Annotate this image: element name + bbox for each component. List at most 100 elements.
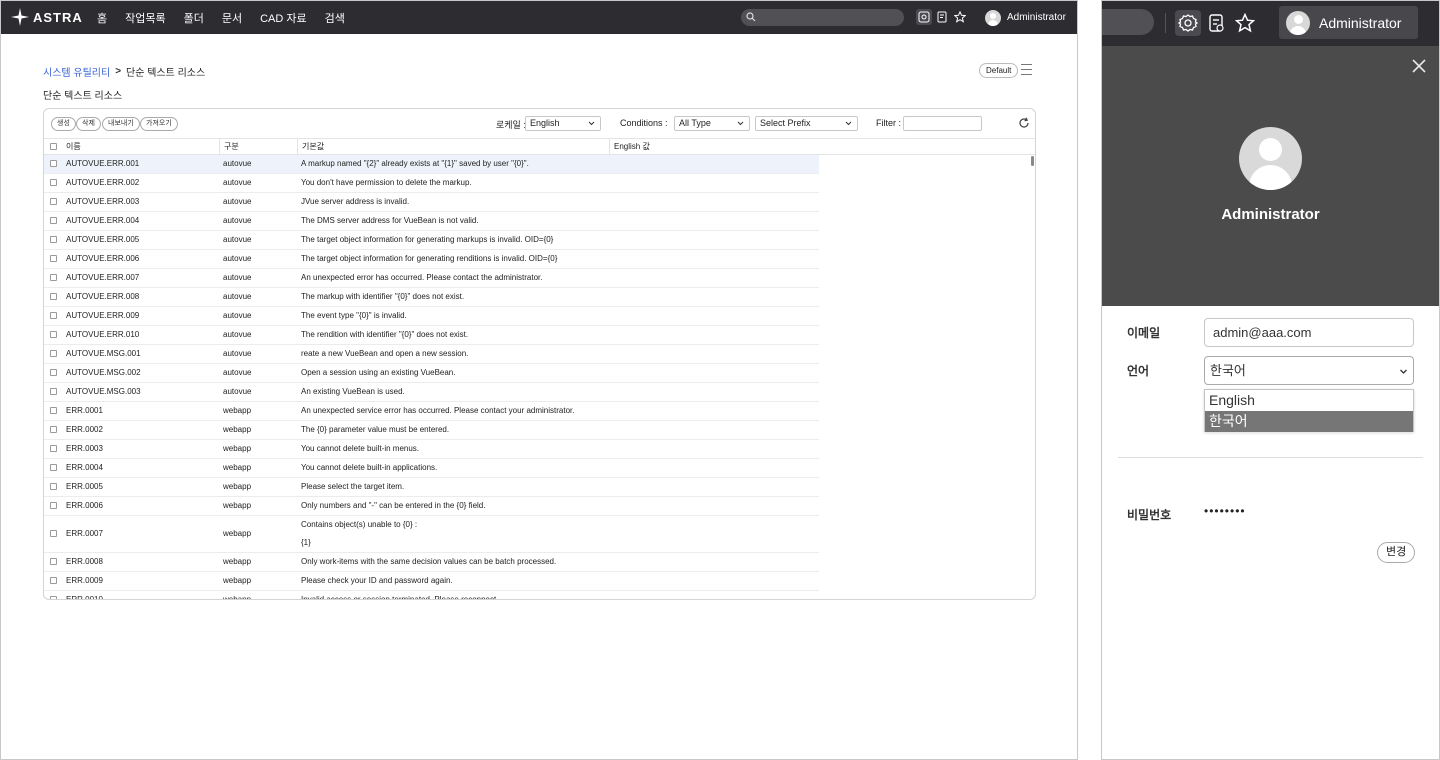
row-checkbox[interactable] — [50, 502, 57, 509]
settings-button[interactable] — [1175, 10, 1201, 36]
table-row[interactable]: ERR.0006 webapp Only numbers and "-" can b… — [44, 497, 819, 516]
nav-folder[interactable]: 폴더 — [184, 10, 204, 26]
table-row[interactable]: AUTOVUE.ERR.004 autovue The DMS server add… — [44, 212, 819, 231]
nav-cad[interactable]: CAD 자료 — [260, 10, 307, 26]
favorites-button[interactable] — [1232, 10, 1258, 36]
column-header-english[interactable]: English 값 — [610, 139, 1035, 155]
email-field[interactable]: admin@aaa.com — [1204, 318, 1414, 347]
locale-select[interactable]: English — [525, 116, 601, 131]
nav-home[interactable]: 홈 — [97, 10, 107, 26]
row-checkbox[interactable] — [50, 407, 57, 414]
row-checkbox[interactable] — [50, 293, 57, 300]
table-row[interactable]: ERR.0009 webapp Please check your ID and p… — [44, 572, 819, 591]
table-row[interactable]: ERR.0003 webapp You cannot delete built-in… — [44, 440, 819, 459]
row-checkbox[interactable] — [50, 577, 57, 584]
row-checkbox[interactable] — [50, 274, 57, 281]
row-checkbox[interactable] — [50, 331, 57, 338]
cell-category: webapp — [223, 425, 252, 434]
table-row[interactable]: AUTOVUE.ERR.005 autovue The target object … — [44, 231, 819, 250]
password-value: •••••••• — [1204, 504, 1246, 518]
change-password-button[interactable]: 변경 — [1377, 542, 1416, 563]
table-row[interactable]: AUTOVUE.ERR.009 autovue The event type "{0… — [44, 307, 819, 326]
row-checkbox[interactable] — [50, 530, 57, 537]
language-option-english[interactable]: English — [1205, 390, 1413, 411]
row-checkbox[interactable] — [50, 426, 57, 433]
nav-search[interactable]: 검색 — [325, 10, 345, 26]
row-checkbox[interactable] — [50, 179, 57, 186]
row-checkbox[interactable] — [50, 445, 57, 452]
language-option-korean[interactable]: 한국어 — [1205, 411, 1413, 432]
documents-button[interactable] — [934, 9, 950, 25]
favorites-button[interactable] — [952, 9, 968, 25]
settings-button[interactable] — [916, 9, 932, 25]
row-checkbox[interactable] — [50, 217, 57, 224]
table-row[interactable]: AUTOVUE.ERR.003 autovue JVue server addres… — [44, 193, 819, 212]
table-row[interactable]: AUTOVUE.ERR.010 autovue The rendition with… — [44, 326, 819, 345]
import-button[interactable]: 가져오기 — [140, 117, 178, 131]
close-icon[interactable] — [1411, 58, 1427, 74]
table-row[interactable]: AUTOVUE.MSG.003 autovue An existing VueBea… — [44, 383, 819, 402]
cell-category: autovue — [223, 387, 252, 396]
main-window: ASTRA 홈 작업목록 폴더 문서 CAD 자료 검색 Administrat… — [0, 0, 1078, 760]
cell-default-line: The rendition with identifier "{0}" does… — [301, 330, 469, 339]
export-button[interactable]: 내보내기 — [102, 117, 140, 131]
refresh-icon[interactable] — [1018, 117, 1030, 129]
language-value: 한국어 — [1210, 363, 1246, 378]
user-menu[interactable]: Administrator — [985, 8, 1066, 27]
table-row[interactable]: ERR.0007 webapp Contains object(s) unable … — [44, 516, 819, 553]
cell-name: AUTOVUE.MSG.003 — [66, 387, 141, 396]
row-checkbox[interactable] — [50, 312, 57, 319]
column-header-name[interactable]: 이름 — [62, 139, 220, 155]
brand-logo[interactable]: ASTRA — [11, 7, 83, 27]
row-checkbox[interactable] — [50, 388, 57, 395]
select-all-checkbox[interactable] — [50, 143, 57, 150]
table-row[interactable]: ERR.0010 webapp Invalid access or session … — [44, 591, 819, 599]
row-checkbox[interactable] — [50, 596, 57, 599]
row-checkbox[interactable] — [50, 160, 57, 167]
row-checkbox[interactable] — [50, 255, 57, 262]
conditions-select[interactable]: All Type — [674, 116, 750, 131]
cell-default-line: Only numbers and "-" can be entered in t… — [301, 501, 486, 510]
row-checkbox[interactable] — [50, 483, 57, 490]
table-row[interactable]: AUTOVUE.MSG.001 autovue reate a new VueBea… — [44, 345, 819, 364]
row-checkbox[interactable] — [50, 236, 57, 243]
column-header-category[interactable]: 구분 — [220, 139, 298, 155]
documents-button[interactable] — [1203, 10, 1229, 36]
row-checkbox[interactable] — [50, 464, 57, 471]
table-row[interactable]: AUTOVUE.MSG.002 autovue Open a session usi… — [44, 364, 819, 383]
table-row[interactable]: AUTOVUE.ERR.008 autovue The markup with id… — [44, 288, 819, 307]
table-row[interactable]: ERR.0004 webapp You cannot delete built-in… — [44, 459, 819, 478]
table-row[interactable]: ERR.0005 webapp Please select the target i… — [44, 478, 819, 497]
table-row[interactable]: ERR.0001 webapp An unexpected service erro… — [44, 402, 819, 421]
table-row[interactable]: AUTOVUE.ERR.006 autovue The target object … — [44, 250, 819, 269]
table-row[interactable]: AUTOVUE.ERR.001 autovue A markup named "{2… — [44, 155, 819, 174]
language-select[interactable]: 한국어 — [1204, 356, 1414, 385]
table-body: AUTOVUE.ERR.001 autovue A markup named "{2… — [44, 155, 819, 599]
global-search[interactable] — [1102, 9, 1154, 35]
nav-documents[interactable]: 문서 — [222, 10, 242, 26]
user-menu[interactable]: Administrator — [1279, 6, 1418, 39]
cell-name: AUTOVUE.ERR.004 — [66, 216, 140, 225]
table-row[interactable]: ERR.0008 webapp Only work-items with the s… — [44, 553, 819, 572]
search-input[interactable] — [759, 10, 899, 25]
cell-category: webapp — [223, 482, 252, 491]
nav-worklist[interactable]: 작업목록 — [125, 10, 165, 26]
row-checkbox[interactable] — [50, 198, 57, 205]
delete-button[interactable]: 삭제 — [76, 117, 101, 131]
default-view-button[interactable]: Default — [979, 63, 1019, 78]
table-row[interactable]: AUTOVUE.ERR.007 autovue An unexpected erro… — [44, 269, 819, 288]
row-checkbox[interactable] — [50, 369, 57, 376]
filter-input[interactable] — [903, 116, 982, 131]
vertical-scrollbar[interactable] — [1031, 156, 1034, 166]
breadcrumb-parent[interactable]: 시스템 유틸리티 — [43, 64, 110, 79]
create-button[interactable]: 생성 — [51, 117, 76, 131]
table-row[interactable]: ERR.0002 webapp The {0} parameter value mu… — [44, 421, 819, 440]
email-label: 이메일 — [1127, 326, 1161, 340]
row-checkbox[interactable] — [50, 558, 57, 565]
table-row[interactable]: AUTOVUE.ERR.002 autovue You don't have per… — [44, 174, 819, 193]
menu-icon[interactable] — [1021, 64, 1032, 75]
cell-default: An unexpected service error has occurred… — [301, 402, 811, 420]
row-checkbox[interactable] — [50, 350, 57, 357]
prefix-select[interactable]: Select Prefix — [755, 116, 858, 131]
column-header-default[interactable]: 기본값 — [298, 139, 610, 155]
